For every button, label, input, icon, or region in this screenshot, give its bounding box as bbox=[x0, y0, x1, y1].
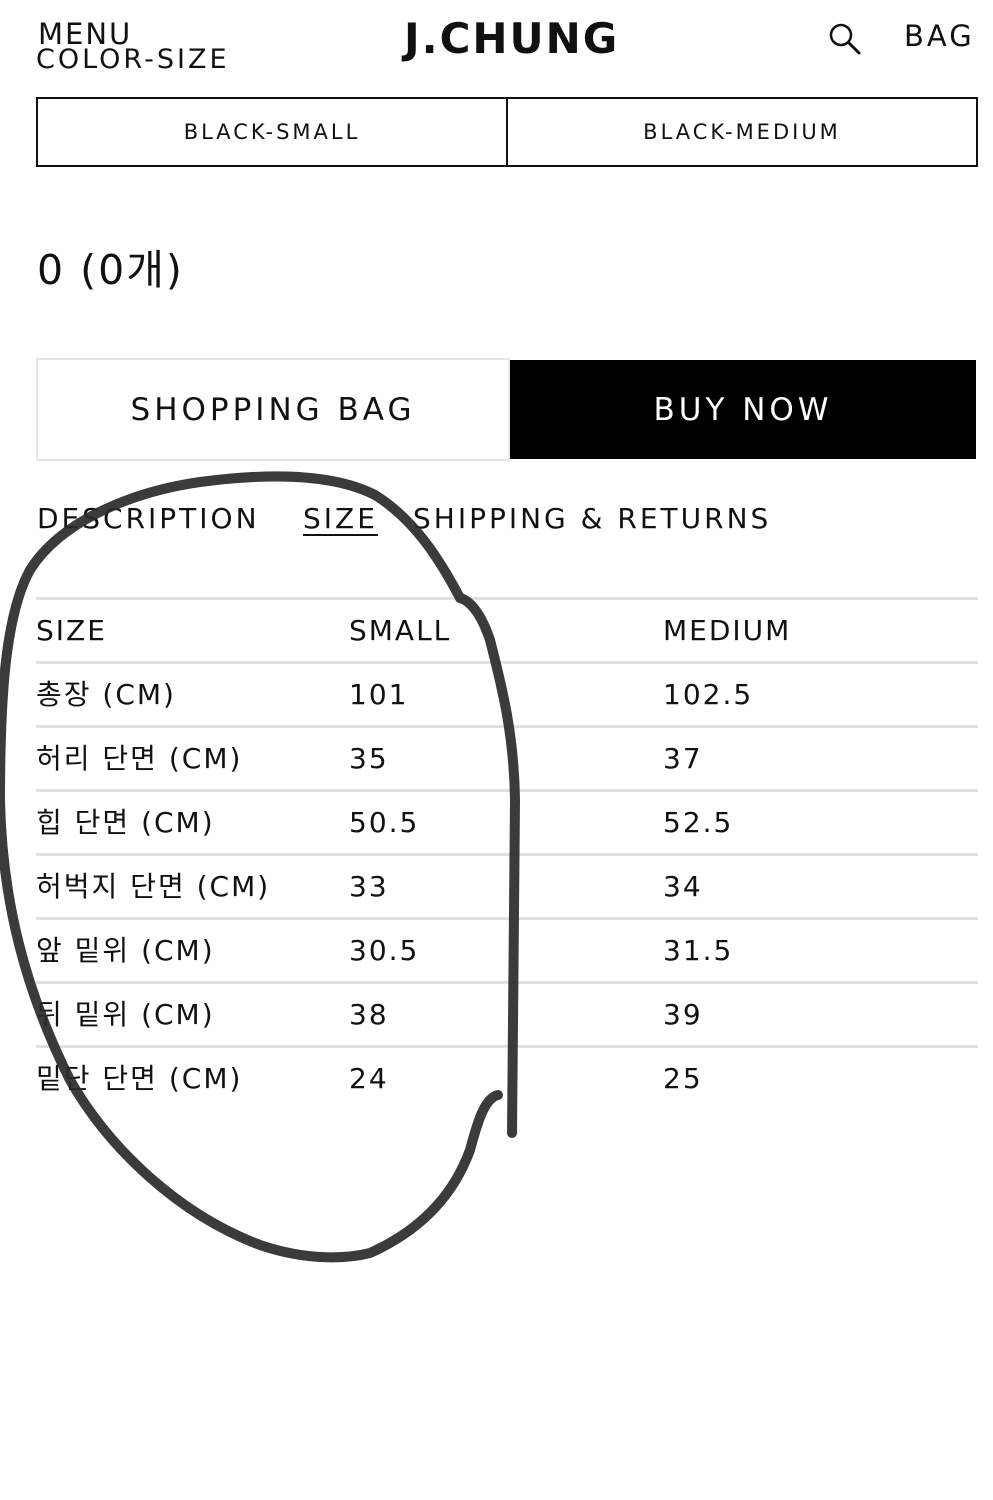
table-header-row: SIZE SMALL MEDIUM bbox=[36, 597, 978, 661]
table-cell: 50.5 bbox=[349, 806, 420, 839]
buy-now-button[interactable]: BUY NOW bbox=[510, 360, 976, 459]
table-row: 밑단 단면 (CM) 24 25 bbox=[36, 1045, 978, 1109]
table-row: 허리 단면 (CM) 35 37 bbox=[36, 725, 978, 789]
price-quantity: 0 (0개) bbox=[37, 246, 184, 294]
table-cell: 뒤 밑위 (CM) bbox=[36, 998, 215, 1031]
table-cell: 33 bbox=[349, 870, 389, 903]
table-cell: 102.5 bbox=[663, 678, 754, 711]
table-row: 허벅지 단면 (CM) 33 34 bbox=[36, 853, 978, 917]
color-size-label: COLOR-SIZE bbox=[36, 44, 230, 75]
table-cell: 31.5 bbox=[663, 934, 734, 967]
tab-size[interactable]: SIZE bbox=[303, 505, 378, 533]
size-table: SIZE SMALL MEDIUM 총장 (CM) 101 102.5 허리 단… bbox=[36, 597, 978, 1109]
table-cell: 38 bbox=[349, 998, 389, 1031]
table-cell: 25 bbox=[663, 1062, 703, 1095]
table-cell: 34 bbox=[663, 870, 703, 903]
table-cell: 총장 (CM) bbox=[36, 678, 176, 711]
table-cell: 101 bbox=[349, 678, 409, 711]
table-cell: 허리 단면 (CM) bbox=[36, 742, 243, 775]
search-icon[interactable] bbox=[828, 22, 862, 56]
brand-logo[interactable]: J.CHUNG bbox=[404, 18, 619, 60]
table-row: 총장 (CM) 101 102.5 bbox=[36, 661, 978, 725]
table-header-cell: SIZE bbox=[36, 614, 107, 647]
table-cell: 37 bbox=[663, 742, 703, 775]
tab-shipping-returns[interactable]: SHIPPING & RETURNS bbox=[413, 505, 771, 533]
table-cell: 52.5 bbox=[663, 806, 734, 839]
table-row: 힙 단면 (CM) 50.5 52.5 bbox=[36, 789, 978, 853]
table-cell: 앞 밑위 (CM) bbox=[36, 934, 215, 967]
table-row: 앞 밑위 (CM) 30.5 31.5 bbox=[36, 917, 978, 981]
table-header-cell: MEDIUM bbox=[663, 614, 792, 647]
table-cell: 35 bbox=[349, 742, 389, 775]
table-row: 뒤 밑위 (CM) 38 39 bbox=[36, 981, 978, 1045]
tab-description[interactable]: DESCRIPTION bbox=[37, 505, 260, 533]
option-black-medium[interactable]: BLACK-MEDIUM bbox=[506, 97, 978, 167]
table-cell: 39 bbox=[663, 998, 703, 1031]
table-cell: 허벅지 단면 (CM) bbox=[36, 870, 271, 903]
bag-link[interactable]: BAG bbox=[904, 22, 975, 51]
table-header-cell: SMALL bbox=[349, 614, 452, 647]
table-cell: 24 bbox=[349, 1062, 389, 1095]
table-cell: 힙 단면 (CM) bbox=[36, 806, 215, 839]
option-black-small[interactable]: BLACK-SMALL bbox=[36, 97, 508, 167]
shopping-bag-button[interactable]: SHOPPING BAG bbox=[36, 358, 510, 461]
table-cell: 30.5 bbox=[349, 934, 420, 967]
table-cell: 밑단 단면 (CM) bbox=[36, 1062, 243, 1095]
